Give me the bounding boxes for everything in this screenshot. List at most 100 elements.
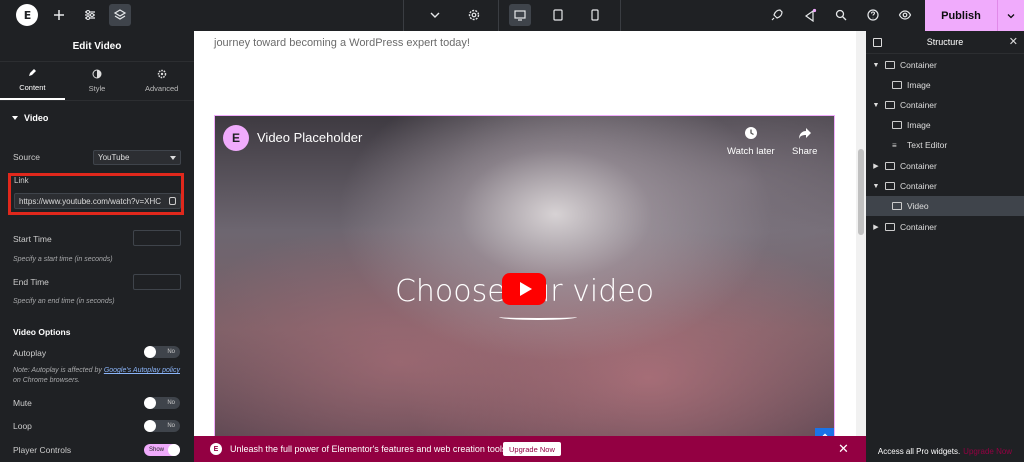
caret-down-icon[interactable]: ▼ — [872, 102, 880, 109]
close-icon[interactable]: ✕ — [838, 441, 849, 457]
dynamic-tags-icon[interactable] — [169, 197, 176, 205]
notifications-icon[interactable] — [799, 4, 821, 26]
caret-right-icon[interactable]: ▶ — [872, 223, 880, 231]
autoplay-label: Autoplay — [13, 348, 47, 358]
center-text-part: Choose — [394, 274, 516, 309]
toggle-label: No — [167, 423, 175, 429]
start-time-label: Start Time — [13, 234, 52, 244]
source-label: Source — [13, 152, 40, 162]
tree-item-container[interactable]: ▶ Container — [866, 217, 1024, 237]
tree-item-text-editor[interactable]: ≡ Text Editor — [866, 135, 1024, 155]
play-icon — [519, 282, 532, 296]
mute-label: Mute — [13, 398, 32, 408]
container-icon — [885, 223, 895, 231]
publish-options-button[interactable] — [997, 0, 1024, 31]
center-text-part: ur video — [531, 274, 655, 309]
tree-label: Container — [900, 161, 937, 171]
close-icon[interactable]: ✕ — [1009, 35, 1018, 48]
tree-item-image[interactable]: Image — [866, 75, 1024, 95]
top-bar: E Publish — [0, 0, 1024, 31]
tree-item-container[interactable]: ▼ Container — [866, 176, 1024, 196]
tree-item-image[interactable]: Image — [866, 115, 1024, 135]
chevron-down-icon[interactable] — [424, 4, 446, 26]
tree-item-video[interactable]: Video — [866, 196, 1024, 216]
panel-tabs: Content Style Advanced — [0, 62, 194, 101]
mute-toggle[interactable]: No — [144, 397, 180, 409]
share-button[interactable]: Share — [792, 126, 817, 157]
chevron-down-icon — [170, 156, 176, 160]
tab-content[interactable]: Content — [0, 62, 65, 100]
link-input[interactable]: https://www.youtube.com/watch?v=XHC — [14, 193, 181, 209]
add-element-icon[interactable] — [48, 4, 70, 26]
caret-down-icon[interactable]: ▼ — [872, 62, 880, 69]
tree-item-container[interactable]: ▶ Container — [866, 156, 1024, 176]
watch-later-button[interactable]: Watch later — [727, 126, 775, 157]
note-text: on Chrome browsers. — [13, 377, 80, 384]
autoplay-policy-link[interactable]: Google's Autoplay policy — [104, 367, 180, 374]
toggle-label: No — [167, 349, 175, 355]
elementor-logo[interactable]: E — [16, 4, 38, 26]
site-settings-icon[interactable] — [79, 4, 101, 26]
start-time-input[interactable] — [133, 230, 181, 246]
caret-down-icon[interactable]: ▼ — [872, 183, 880, 190]
link-label: Link — [14, 176, 29, 185]
scroll-thumb[interactable] — [858, 149, 864, 235]
preview-eye-icon[interactable] — [894, 4, 916, 26]
player-controls-toggle[interactable]: Show — [144, 444, 180, 456]
end-time-input[interactable] — [133, 274, 181, 290]
channel-logo[interactable]: E — [223, 125, 249, 151]
toggle-knob — [144, 346, 156, 358]
tab-label: Content — [19, 83, 46, 92]
video-options-heading: Video Options — [13, 327, 181, 337]
swoosh-underline — [499, 314, 577, 320]
desktop-view-icon[interactable] — [509, 4, 531, 26]
tab-advanced[interactable]: Advanced — [129, 62, 194, 100]
start-time-hint: Specify a start time (in seconds) — [13, 256, 113, 263]
section-title: Video — [24, 113, 49, 123]
canvas-scrollbar[interactable] — [856, 31, 866, 462]
publish-button[interactable]: Publish — [925, 0, 997, 31]
toggle-knob — [144, 397, 156, 409]
loop-toggle[interactable]: No — [144, 420, 180, 432]
gear-icon — [157, 69, 166, 79]
page-settings-gear-icon[interactable] — [463, 4, 485, 26]
intro-text: journey toward becoming a WordPress expe… — [214, 37, 470, 49]
tree-label: Image — [907, 80, 931, 90]
upgrade-now-link[interactable]: Upgrade Now — [963, 447, 1012, 456]
tree-label: Video — [907, 201, 929, 211]
loop-label: Loop — [13, 421, 32, 431]
structure-layers-icon[interactable] — [109, 4, 131, 26]
tree-label: Image — [907, 120, 931, 130]
caret-right-icon[interactable]: ▶ — [872, 162, 880, 170]
watch-later-label: Watch later — [727, 146, 775, 157]
structure-header: Structure ✕ — [866, 31, 1024, 54]
banner-text: Unleash the full power of Elementor's fe… — [230, 444, 509, 454]
text-lines-icon: ≡ — [892, 140, 897, 150]
video-title[interactable]: Video Placeholder — [257, 130, 362, 145]
half-circle-icon — [92, 69, 102, 79]
search-icon[interactable] — [830, 4, 852, 26]
rocket-icon[interactable] — [766, 4, 788, 26]
share-icon — [798, 128, 811, 139]
caret-down-icon — [12, 116, 18, 120]
tree-label: Container — [900, 60, 937, 70]
player-controls-label: Player Controls — [13, 445, 72, 455]
pencil-icon — [29, 69, 37, 76]
toggle-knob — [168, 444, 180, 456]
upgrade-now-button[interactable]: Upgrade Now — [503, 442, 561, 456]
chevron-down-icon — [1007, 13, 1015, 18]
tablet-view-icon[interactable] — [547, 4, 569, 26]
help-icon[interactable] — [862, 4, 884, 26]
youtube-play-button[interactable] — [502, 273, 546, 305]
section-video-toggle[interactable]: Video — [0, 101, 194, 135]
video-widget[interactable]: E Video Placeholder Watch later Share Ch… — [214, 115, 835, 445]
tab-style[interactable]: Style — [65, 62, 130, 100]
end-time-hint: Specify an end time (in seconds) — [13, 298, 115, 305]
tree-item-container[interactable]: ▼ Container — [866, 55, 1024, 75]
clock-icon — [744, 127, 757, 139]
tree-label: Container — [900, 100, 937, 110]
tree-item-container[interactable]: ▼ Container — [866, 95, 1024, 115]
mobile-view-icon[interactable] — [584, 4, 606, 26]
autoplay-toggle[interactable]: No — [144, 346, 180, 358]
source-select[interactable]: YouTube — [93, 150, 181, 165]
